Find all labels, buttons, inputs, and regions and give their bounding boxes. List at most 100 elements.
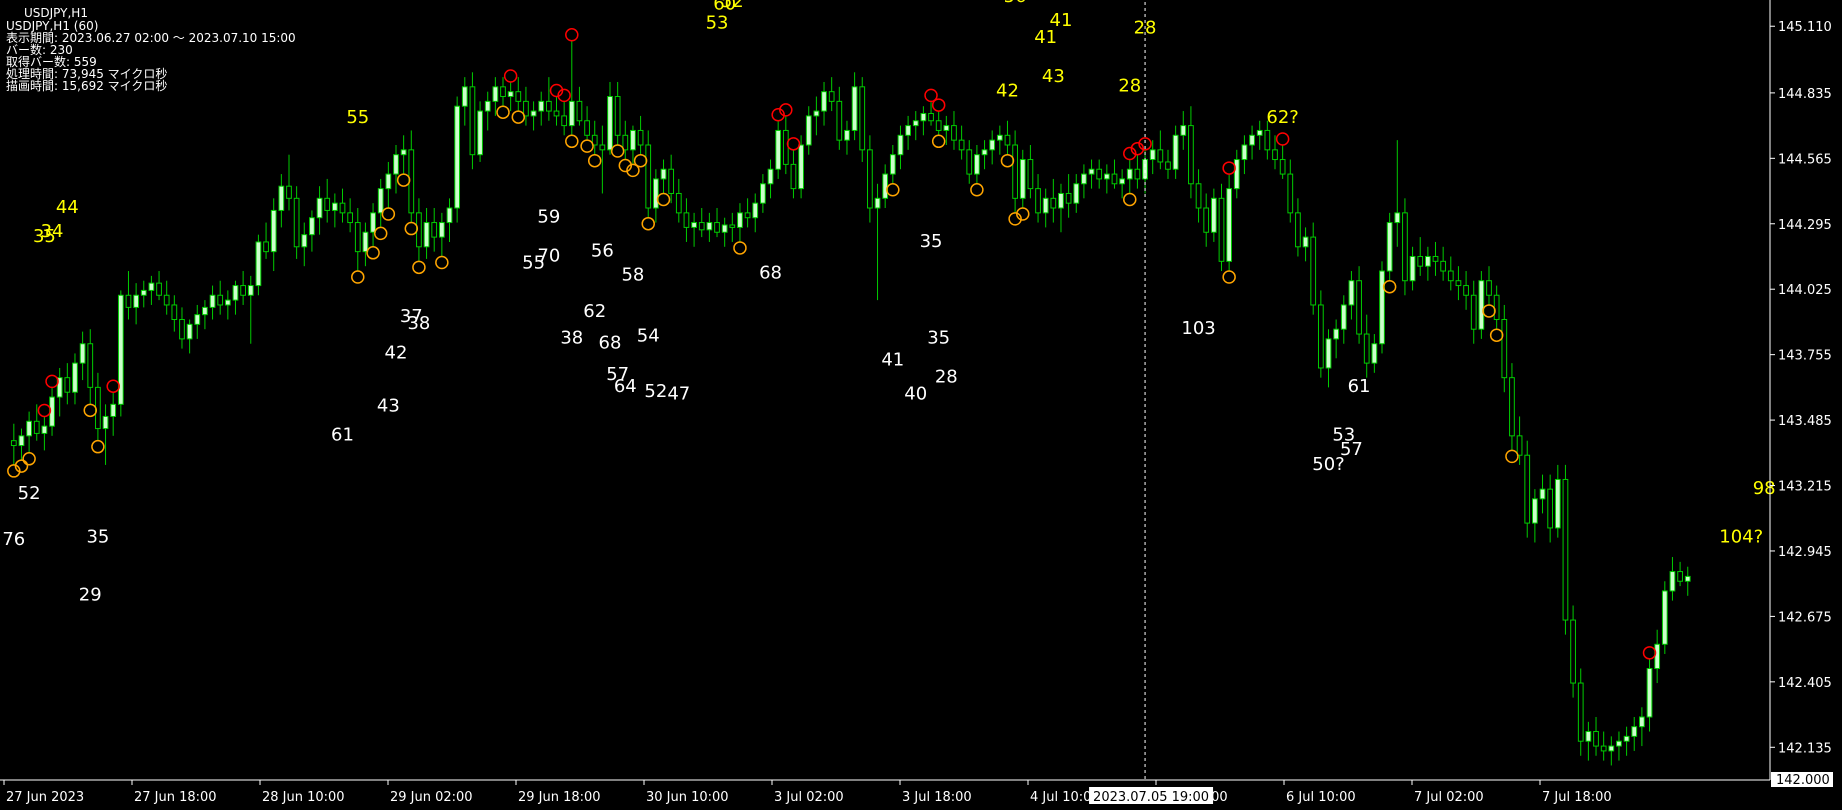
candle-body xyxy=(255,241,262,287)
swing-low-label: 61 xyxy=(1348,376,1371,397)
price-tick-label: 143.485 xyxy=(1778,414,1832,429)
candle-body xyxy=(278,185,285,211)
candle-body xyxy=(347,212,354,224)
swing-low-label: 56 xyxy=(591,240,614,261)
candle-body xyxy=(737,212,743,228)
candle-body xyxy=(148,282,155,291)
candle-body xyxy=(859,86,866,151)
candle-body xyxy=(1501,319,1508,379)
time-tick-label: 3 Jul 18:00 xyxy=(902,790,972,805)
candle-body xyxy=(110,403,117,417)
candle-body xyxy=(1019,159,1026,199)
candle-body xyxy=(867,149,873,209)
candle-body xyxy=(1577,682,1584,742)
price-tick-label: 144.295 xyxy=(1778,218,1832,233)
candle-body xyxy=(1157,149,1164,163)
swing-low-label: 47 xyxy=(667,383,690,404)
candle-body xyxy=(507,91,514,98)
candle-body xyxy=(1532,498,1538,524)
candle-body xyxy=(653,178,659,209)
candle-body xyxy=(331,202,338,211)
swing-high-label: 28 xyxy=(1118,76,1141,97)
candle-body xyxy=(805,115,812,146)
candle-body xyxy=(729,224,736,228)
time-tick-label: 6 Jul 10:00 xyxy=(1286,790,1356,805)
candle-body xyxy=(545,100,552,112)
candle-body xyxy=(523,100,529,117)
price-tick-label: 144.565 xyxy=(1778,152,1832,167)
candle-body xyxy=(224,299,231,306)
swing-low-label: 35 xyxy=(927,328,950,349)
candle-body xyxy=(316,197,323,219)
swing-high-label: 62? xyxy=(1266,107,1298,128)
candle-body xyxy=(974,154,980,175)
candle-body xyxy=(500,86,506,98)
candle-body xyxy=(1249,134,1255,146)
candle-body xyxy=(844,129,850,141)
candle-body xyxy=(1272,149,1278,161)
candle-body xyxy=(1639,716,1645,728)
candle-body xyxy=(897,134,904,156)
swing-low-label: 35 xyxy=(86,526,109,547)
candle-body xyxy=(798,144,804,190)
candle-body xyxy=(775,129,782,170)
candle-body xyxy=(607,96,613,151)
candle-body xyxy=(370,212,376,233)
candle-body xyxy=(515,91,522,102)
candle-body xyxy=(912,120,919,127)
time-tick-label: 30 Jun 10:00 xyxy=(646,790,729,805)
swing-low-label: 70 xyxy=(537,245,560,266)
candle-body xyxy=(1554,478,1561,529)
candle-body xyxy=(1646,668,1653,718)
time-tick-label: 7 Jul 18:00 xyxy=(1542,790,1612,805)
candle-body xyxy=(1677,571,1683,582)
candle-body xyxy=(10,440,17,447)
swing-high-label: 34 xyxy=(41,221,64,242)
swing-low-label: 76 xyxy=(2,529,25,550)
candle-body xyxy=(1394,212,1401,224)
candle-body xyxy=(1463,285,1469,296)
candle-body xyxy=(1050,197,1057,209)
candle-body xyxy=(232,285,239,301)
candle-body xyxy=(821,91,827,112)
candle-body xyxy=(26,420,32,437)
swing-low-label: 68 xyxy=(759,262,782,283)
candle-body xyxy=(698,222,705,231)
candle-body xyxy=(935,120,942,131)
candle-body xyxy=(645,144,652,209)
candle-body xyxy=(477,110,483,156)
candle-body xyxy=(874,197,881,209)
candle-body xyxy=(179,319,185,340)
swing-low-label: 41 xyxy=(881,350,904,371)
candle-body xyxy=(584,120,590,136)
candle-body xyxy=(889,154,896,175)
candle-body xyxy=(354,222,361,253)
candle-body xyxy=(928,112,934,122)
chart-area[interactable]: 353444556052534256414143282862?98104?527… xyxy=(0,0,1842,810)
candle-body xyxy=(194,314,201,325)
chart-background xyxy=(0,0,1842,810)
candle-body xyxy=(1210,197,1217,233)
candle-body xyxy=(1608,745,1615,752)
crosshair-time-label: 2023.07.05 19:00 xyxy=(1093,790,1209,805)
swing-high-label: 41 xyxy=(1050,10,1073,31)
candle-body xyxy=(1348,280,1355,306)
swing-low-label: 38 xyxy=(560,328,583,349)
candle-body xyxy=(622,134,629,151)
candle-body xyxy=(217,294,224,306)
candle-body xyxy=(385,173,392,190)
candle-body xyxy=(1509,377,1515,437)
candle-body xyxy=(744,212,751,219)
candle-body xyxy=(905,125,911,136)
candlestick-chart[interactable]: 353444556052534256414143282862?98104?527… xyxy=(0,0,1842,810)
candle-body xyxy=(102,415,109,430)
swing-low-label: 38 xyxy=(407,313,430,334)
candle-body xyxy=(1356,280,1362,335)
candle-body xyxy=(156,282,162,296)
price-tick-label: 145.110 xyxy=(1778,20,1832,35)
candle-body xyxy=(1203,207,1210,233)
candle-body xyxy=(33,420,40,434)
candle-body xyxy=(1103,173,1110,180)
time-tick-label: 27 Jun 2023 xyxy=(6,790,84,805)
candle-body xyxy=(247,285,254,296)
